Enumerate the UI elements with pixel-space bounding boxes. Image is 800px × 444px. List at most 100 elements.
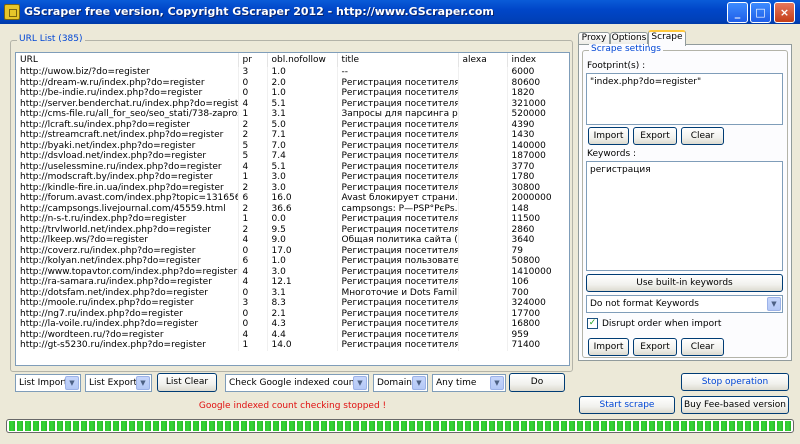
disrupt-order-checkbox[interactable]: ✓ [587, 318, 598, 329]
table-row[interactable]: http://moole.ru/index.php?do=register 3 8.… [16, 298, 569, 309]
table-row[interactable]: http://kolyan.net/index.php?do=register 6… [16, 256, 569, 267]
column-header[interactable]: obl.nofollow [267, 53, 338, 67]
alexa-cell [458, 151, 508, 162]
table-row[interactable]: http://wordteen.ru/?do=register 4 4.4 Регис… [16, 329, 569, 340]
table-row[interactable]: http://lcraft.su/index.php?do=register 2 5… [16, 119, 569, 130]
tab-scrape[interactable]: Scrape [648, 30, 686, 46]
index-cell: 2860 [507, 224, 569, 235]
list-clear-button[interactable]: List Clear [157, 373, 217, 392]
column-header[interactable]: alexa [458, 53, 508, 67]
list-import-dropdown[interactable]: List Import ▼ [15, 374, 81, 392]
table-row[interactable]: http://dsvload.net/index.php?do=register… [16, 151, 569, 162]
pr-cell: 0 [238, 88, 268, 99]
table-row[interactable]: http://byaki.net/index.php?do=register 5 7… [16, 140, 569, 151]
table-row[interactable]: http://lkeep.ws/?do=register 4 9.0 Общая по… [16, 235, 569, 246]
index-cell: 11500 [507, 214, 569, 225]
start-scrape-button[interactable]: Start scrape [579, 396, 675, 414]
column-header[interactable]: index [507, 53, 569, 67]
stop-operation-button[interactable]: Stop operation [681, 373, 789, 391]
table-row[interactable]: http://ng7.ru/index.php?do=register 0 2.1 Р… [16, 308, 569, 319]
table-row[interactable]: http://cms-file.ru/all_for_seo/seo_stati… [16, 109, 569, 120]
close-button[interactable]: × [774, 2, 795, 23]
list-export-label: List Export [89, 378, 138, 388]
index-cell: 106 [507, 277, 569, 288]
obl-nofollow-cell: 7.0 [267, 140, 338, 151]
url-cell: http://ra-samara.ru/index.php?do=registe… [16, 277, 239, 288]
chevron-down-icon: ▼ [490, 376, 504, 390]
chevron-down-icon: ▼ [353, 376, 367, 390]
keyword-clear-button[interactable]: Clear [681, 338, 724, 356]
title-bar: GScraper free version, Copyright GScrape… [0, 0, 800, 24]
table-row[interactable]: http://forum.avast.com/index.php?topic=1… [16, 193, 569, 204]
table-row[interactable]: http://uwow.biz/?do=register 3 1.0 -- 6000 [16, 67, 569, 78]
window-title: GScraper free version, Copyright GScrape… [24, 5, 494, 18]
minimize-button[interactable]: _ [727, 2, 748, 23]
table-row[interactable]: http://be-indie.ru/index.php?do=register… [16, 88, 569, 99]
obl-nofollow-cell: 1.0 [267, 256, 338, 267]
table-row[interactable]: http://uselessmine.ru/index.php?do=regis… [16, 161, 569, 172]
title-cell: Регистрация посетителя [337, 329, 459, 340]
footprints-label: Footprint(s) : [587, 61, 646, 71]
footprint-export-button[interactable]: Export [633, 127, 677, 145]
obl-nofollow-cell: 14.0 [267, 340, 338, 351]
table-row[interactable]: http://dream-w.ru/index.php?do=register 0… [16, 77, 569, 88]
column-header[interactable]: title [337, 53, 459, 67]
keywords-textarea[interactable]: регистрация [586, 161, 783, 271]
maximize-button[interactable]: □ [750, 2, 771, 23]
keywords-label: Keywords : [587, 149, 637, 159]
url-list-title: URL List (385) [17, 34, 85, 44]
table-row[interactable]: http://www.topavtor.com/index.php?do=reg… [16, 266, 569, 277]
keyword-format-dropdown[interactable]: Do not format Keywords ▼ [586, 295, 783, 313]
column-header[interactable]: pr [238, 53, 268, 67]
url-cell: http://byaki.net/index.php?do=register [16, 140, 239, 151]
table-row[interactable]: http://campsongs.livejournal.com/45559.h… [16, 203, 569, 214]
index-cell: 520000 [507, 109, 569, 120]
domain-dropdown[interactable]: Domain ▼ [373, 374, 428, 392]
obl-nofollow-cell: 3.0 [267, 266, 338, 277]
table-row[interactable]: http://gt-s5230.ru/index.php?do=register… [16, 340, 569, 351]
alexa-cell [458, 119, 508, 130]
table-row[interactable]: http://ra-samara.ru/index.php?do=registe… [16, 277, 569, 288]
table-row[interactable]: http://dotsfam.net/index.php?do=register… [16, 287, 569, 298]
obl-nofollow-cell: 3.1 [267, 287, 338, 298]
footprint-clear-button[interactable]: Clear [681, 127, 724, 145]
footprint-import-button[interactable]: Import [588, 127, 629, 145]
progress-fill [9, 421, 791, 431]
title-cell: Запросы для парсинга р... [337, 109, 459, 120]
do-button[interactable]: Do [509, 373, 565, 392]
url-cell: http://kindle-fire.in.ua/index.php?do=re… [16, 182, 239, 193]
url-cell: http://trvlworld.net/index.php?do=regist… [16, 224, 239, 235]
index-cell: 17700 [507, 308, 569, 319]
url-cell: http://gt-s5230.ru/index.php?do=register [16, 340, 239, 351]
keyword-export-button[interactable]: Export [633, 338, 677, 356]
time-label: Any time [436, 378, 477, 388]
index-cell: 1410000 [507, 266, 569, 277]
column-header[interactable]: URL [16, 53, 239, 67]
table-row[interactable]: http://kindle-fire.in.ua/index.php?do=re… [16, 182, 569, 193]
pr-cell: 2 [238, 203, 268, 214]
keyword-import-button[interactable]: Import [588, 338, 629, 356]
url-cell: http://wordteen.ru/?do=register [16, 329, 239, 340]
table-row[interactable]: http://coverz.ru/index.php?do=register 0 1… [16, 245, 569, 256]
table-row[interactable]: http://server.benderchat.ru/index.php?do… [16, 98, 569, 109]
table-row[interactable]: http://la-voile.ru/index.php?do=register… [16, 319, 569, 330]
use-builtin-keywords-button[interactable]: Use built-in keywords [586, 274, 783, 292]
footprints-textarea[interactable]: "index.php?do=register" [586, 73, 783, 125]
table-row[interactable]: http://streamcraft.net/index.php?do=regi… [16, 130, 569, 141]
time-dropdown[interactable]: Any time ▼ [432, 374, 506, 392]
pr-cell: 4 [238, 277, 268, 288]
url-table[interactable]: URL pr obl.nofollow title alexa index http://… [15, 52, 570, 366]
url-cell: http://lcraft.su/index.php?do=register [16, 119, 239, 130]
obl-nofollow-cell: 3.0 [267, 182, 338, 193]
obl-nofollow-cell: 17.0 [267, 245, 338, 256]
pr-cell: 4 [238, 161, 268, 172]
list-export-dropdown[interactable]: List Export ▼ [85, 374, 152, 392]
check-mode-dropdown[interactable]: Check Google indexed count ▼ [225, 374, 369, 392]
table-row[interactable]: http://n-s-t.ru/index.php?do=register 1 0.… [16, 214, 569, 225]
table-row[interactable]: http://modscraft.by/index.php?do=registe… [16, 172, 569, 183]
buy-fee-version-button[interactable]: Buy Fee-based version [681, 396, 789, 414]
table-row[interactable]: http://trvlworld.net/index.php?do=regist… [16, 224, 569, 235]
alexa-cell [458, 277, 508, 288]
chevron-down-icon: ▼ [65, 376, 79, 390]
title-cell: Регистрация посетителя [337, 88, 459, 99]
